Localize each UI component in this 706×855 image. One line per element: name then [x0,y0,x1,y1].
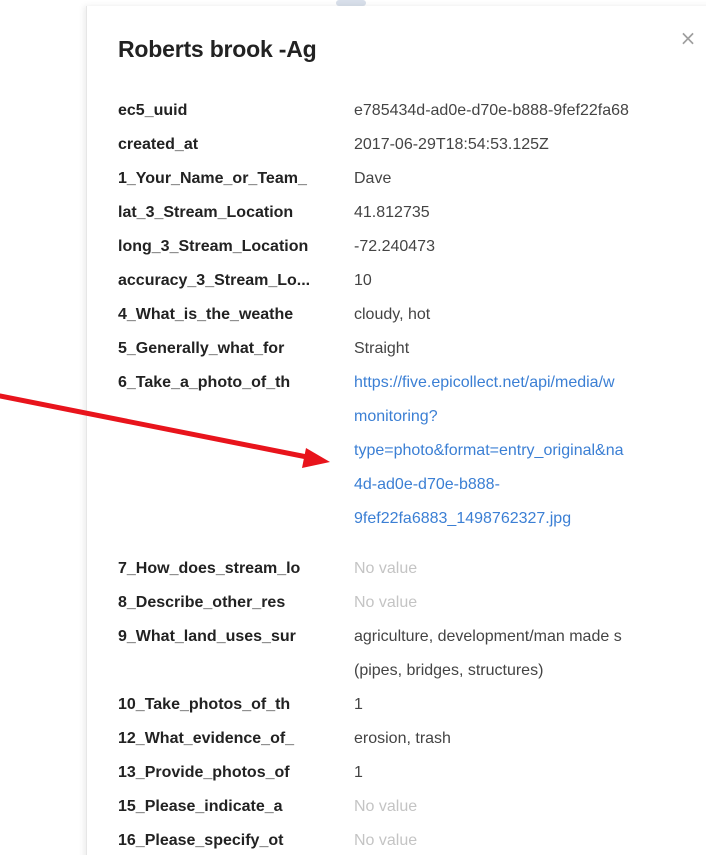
attribute-row: long_3_Stream_Location -72.240473 [118,230,706,264]
attribute-value-line: (pipes, bridges, structures) [354,662,544,679]
photo-link-line[interactable]: 9fef22fa6883_1498762327.jpg [354,502,706,536]
attribute-row: 7_How_does_stream_lo No value [118,552,706,586]
attribute-value: erosion, trash [354,730,451,747]
attribute-row: 9_What_land_uses_sur agriculture, develo… [118,620,706,688]
attribute-key: ec5_uuid [118,102,188,119]
close-icon[interactable]: × [676,26,700,50]
attribute-key: 15_Please_indicate_a [118,798,283,815]
attribute-key: 6_Take_a_photo_of_th [118,374,291,391]
attribute-key: 5_Generally_what_for [118,340,285,357]
attribute-row: 16_Please_specify_ot No value [118,824,706,855]
attribute-row: 5_Generally_what_for Straight [118,332,706,366]
attribute-row: accuracy_3_Stream_Lo... 10 [118,264,706,298]
attribute-key: long_3_Stream_Location [118,238,309,255]
screenshot-stage: Roberts brook -Ag × ec5_uuid e785434d-ad… [0,0,706,855]
attribute-row: 15_Please_indicate_a No value [118,790,706,824]
attribute-key: 12_What_evidence_of_ [118,730,295,747]
attribute-table: ec5_uuid e785434d-ad0e-d70e-b888-9fef22f… [118,94,706,855]
attribute-value-empty: No value [354,832,418,849]
photo-link-line[interactable]: 4d-ad0e-d70e-b888- [354,468,706,502]
attribute-value: 10 [354,272,372,289]
photo-link-line[interactable]: monitoring? [354,400,706,434]
attribute-row: ec5_uuid e785434d-ad0e-d70e-b888-9fef22f… [118,94,706,128]
photo-link[interactable]: https://five.epicollect.net/api/media/w … [354,366,706,536]
attribute-value-empty: No value [354,594,418,611]
attribute-value: 41.812735 [354,204,430,221]
attribute-value: 1 [354,764,363,781]
attribute-value: -72.240473 [354,238,435,255]
feature-popup: Roberts brook -Ag × ec5_uuid e785434d-ad… [86,6,706,855]
attribute-value: 2017-06-29T18:54:53.125Z [354,136,549,153]
attribute-key: 7_How_does_stream_lo [118,560,301,577]
attribute-key: 16_Please_specify_ot [118,832,284,849]
photo-link-line[interactable]: type=photo&format=entry_original&na [354,434,706,468]
attribute-value: Dave [354,170,392,187]
attribute-row: 10_Take_photos_of_th 1 [118,688,706,722]
attribute-key: 10_Take_photos_of_th [118,696,291,713]
attribute-row: lat_3_Stream_Location 41.812735 [118,196,706,230]
attribute-key: 4_What_is_the_weathe [118,306,294,323]
attribute-key: 13_Provide_photos_of [118,764,290,781]
attribute-key: accuracy_3_Stream_Lo... [118,272,311,289]
attribute-row: created_at 2017-06-29T18:54:53.125Z [118,128,706,162]
attribute-key: lat_3_Stream_Location [118,204,294,221]
popup-title: Roberts brook -Ag [118,36,317,62]
attribute-row: 12_What_evidence_of_ erosion, trash [118,722,706,756]
attribute-value: agriculture, development/man made s (pip… [354,620,706,688]
attribute-row: 4_What_is_the_weathe cloudy, hot [118,298,706,332]
attribute-key: created_at [118,136,199,153]
attribute-value: Straight [354,340,410,357]
attribute-row: 13_Provide_photos_of 1 [118,756,706,790]
attribute-value: 1 [354,696,363,713]
attribute-value: cloudy, hot [354,306,431,323]
attribute-key: 8_Describe_other_res [118,594,286,611]
attribute-key: 1_Your_Name_or_Team_ [118,170,307,187]
attribute-row: 1_Your_Name_or_Team_ Dave [118,162,706,196]
attribute-value-empty: No value [354,798,418,815]
attribute-value: e785434d-ad0e-d70e-b888-9fef22fa68 [354,102,629,119]
attribute-row: 8_Describe_other_res No value [118,586,706,620]
attribute-value-empty: No value [354,560,418,577]
attribute-row: 6_Take_a_photo_of_th https://five.epicol… [118,366,706,552]
attribute-value-line: agriculture, development/man made s [354,628,622,645]
attribute-key: 9_What_land_uses_sur [118,628,296,645]
photo-link-line[interactable]: https://five.epicollect.net/api/media/w [354,366,706,400]
